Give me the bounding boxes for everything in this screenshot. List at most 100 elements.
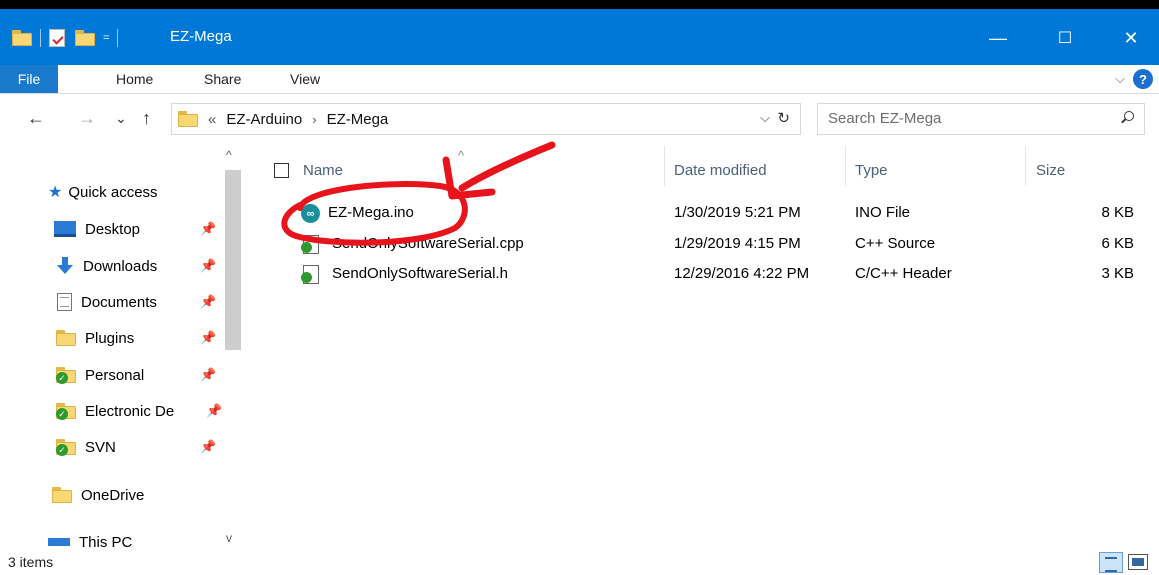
expand-ribbon-icon[interactable]: ⌵ (1115, 71, 1125, 87)
folder-icon (12, 30, 32, 46)
item-count: 3 items (8, 554, 54, 570)
sidebar-item-onedrive[interactable]: OneDrive (52, 483, 144, 507)
column-header-name[interactable]: Name (303, 162, 343, 179)
tab-file[interactable]: File (0, 65, 58, 93)
column-divider[interactable] (1025, 146, 1026, 186)
folder-icon (52, 487, 72, 503)
file-size: 6 KB (1101, 235, 1134, 252)
address-overflow-icon[interactable]: « (208, 111, 216, 128)
quick-access-toolbar: = (12, 27, 126, 49)
search-box[interactable] (817, 103, 1145, 135)
pin-icon[interactable]: 📌 (200, 294, 216, 310)
pin-icon[interactable]: 📌 (200, 221, 216, 237)
download-icon (56, 257, 74, 275)
header-file-icon (301, 265, 320, 284)
address-bar-row: ← → ⌄ ↑ « EZ-Arduino › EZ-Mega ⌵ ↻ (0, 94, 1159, 146)
column-header-size[interactable]: Size (1036, 162, 1065, 179)
scroll-up-icon[interactable]: ^ (226, 148, 232, 162)
new-folder-icon[interactable] (75, 30, 95, 46)
back-arrow-icon[interactable]: ← (27, 108, 45, 129)
sidebar-item-personal[interactable]: ✓ Personal (56, 363, 144, 387)
folder-icon (56, 330, 76, 346)
tab-home[interactable]: Home (116, 71, 153, 87)
details-view-icon[interactable] (1099, 552, 1123, 573)
sidebar-item-label: Quick access (68, 183, 158, 201)
file-name[interactable]: EZ-Mega.ino (328, 204, 414, 221)
file-date: 12/29/2016 4:22 PM (674, 265, 810, 282)
sidebar-item-electronic-design[interactable]: ✓ Electronic De (56, 399, 174, 423)
sidebar-item-label: This PC (79, 534, 133, 550)
file-size: 8 KB (1101, 204, 1134, 221)
sidebar-item-label: Electronic De (85, 402, 175, 420)
sidebar-item-documents[interactable]: Documents (57, 290, 157, 314)
sidebar-item-label: Documents (81, 293, 157, 311)
file-list: ^ Name Date modified Type Size ∞ EZ-Mega… (262, 146, 1159, 550)
help-icon[interactable]: ? (1133, 69, 1153, 89)
address-box[interactable]: « EZ-Arduino › EZ-Mega ⌵ ↻ (171, 103, 801, 135)
sidebar-item-desktop[interactable]: Desktop (54, 217, 140, 241)
forward-arrow-icon[interactable]: → (78, 108, 96, 129)
scroll-down-icon[interactable]: v (226, 531, 232, 545)
table-row[interactable]: SendOnlySoftwareSerial.cpp 1/29/2019 4:1… (262, 230, 1142, 260)
select-all-checkbox[interactable] (274, 163, 289, 178)
table-row[interactable]: SendOnlySoftwareSerial.h 12/29/2016 4:22… (262, 260, 1142, 290)
pin-icon[interactable]: 📌 (200, 330, 216, 346)
sidebar-item-svn[interactable]: ✓ SVN (56, 435, 116, 459)
file-type: C++ Source (855, 235, 936, 252)
close-button[interactable]: ✕ (1108, 18, 1154, 58)
breadcrumb-ez-arduino[interactable]: EZ-Arduino (226, 111, 302, 128)
navigation-scrollbar[interactable]: ^ v (222, 148, 242, 548)
file-name[interactable]: SendOnlySoftwareSerial.h (332, 265, 508, 282)
folder-icon (178, 111, 198, 127)
arduino-ino-icon: ∞ (301, 204, 320, 223)
computer-icon (48, 538, 70, 546)
window-title: EZ-Mega (170, 28, 232, 45)
file-date: 1/29/2019 4:15 PM (674, 235, 801, 252)
pin-icon[interactable]: 📌 (200, 258, 216, 274)
file-type: C/C++ Header (855, 265, 952, 282)
customize-toolbar-dropdown[interactable]: = (103, 32, 109, 44)
table-row[interactable]: ∞ EZ-Mega.ino 1/30/2019 5:21 PM INO File… (262, 199, 1142, 229)
large-icons-view-icon[interactable] (1128, 554, 1148, 570)
file-type: INO File (855, 204, 911, 221)
sort-ascending-icon: ^ (458, 148, 465, 163)
sidebar-item-label: SVN (85, 438, 116, 456)
svn-folder-icon: ✓ (56, 403, 76, 420)
column-header-date-modified[interactable]: Date modified (674, 162, 767, 179)
sidebar-item-downloads[interactable]: Downloads (56, 254, 157, 278)
column-header-type[interactable]: Type (855, 162, 888, 179)
star-icon: ★ (48, 184, 63, 201)
sidebar-item-quick-access[interactable]: ★ Quick access (48, 180, 158, 204)
refresh-icon[interactable]: ↻ (777, 109, 790, 127)
search-input[interactable] (828, 110, 1098, 127)
navigation-pane: ★ Quick access Desktop 📌 Downloads 📌 Doc… (0, 146, 243, 550)
cpp-file-icon (301, 235, 320, 254)
pin-icon[interactable]: 📌 (200, 367, 216, 383)
title-bar[interactable]: = EZ-Mega — ☐ ✕ (0, 9, 1159, 65)
breadcrumb-ez-mega[interactable]: EZ-Mega (327, 111, 389, 128)
search-icon[interactable] (1120, 111, 1134, 125)
properties-icon[interactable] (49, 29, 65, 47)
column-divider[interactable] (664, 146, 665, 186)
tab-share[interactable]: Share (204, 71, 241, 87)
scrollbar-thumb[interactable] (225, 170, 241, 350)
column-divider[interactable] (845, 146, 846, 186)
file-date: 1/30/2019 5:21 PM (674, 204, 801, 221)
svn-folder-icon: ✓ (56, 367, 76, 384)
documents-icon (57, 293, 72, 311)
screen-top-edge (0, 0, 1159, 9)
up-arrow-icon[interactable]: ↑ (142, 108, 151, 129)
sidebar-item-this-pc[interactable]: This PC (48, 532, 132, 550)
minimize-button[interactable]: — (975, 18, 1021, 58)
breadcrumb-chevron-icon[interactable]: › (312, 112, 316, 127)
sidebar-item-plugins[interactable]: Plugins (56, 326, 134, 350)
recent-locations-icon[interactable]: ⌄ (115, 110, 127, 127)
toolbar-separator (40, 29, 41, 47)
file-name[interactable]: SendOnlySoftwareSerial.cpp (332, 235, 524, 252)
pin-icon[interactable]: 📌 (200, 439, 216, 455)
pin-icon[interactable]: 📌 (206, 403, 222, 419)
sidebar-item-label: OneDrive (81, 486, 145, 504)
address-dropdown-icon[interactable]: ⌵ (760, 110, 770, 126)
tab-view[interactable]: View (290, 71, 320, 87)
maximize-button[interactable]: ☐ (1042, 18, 1088, 58)
